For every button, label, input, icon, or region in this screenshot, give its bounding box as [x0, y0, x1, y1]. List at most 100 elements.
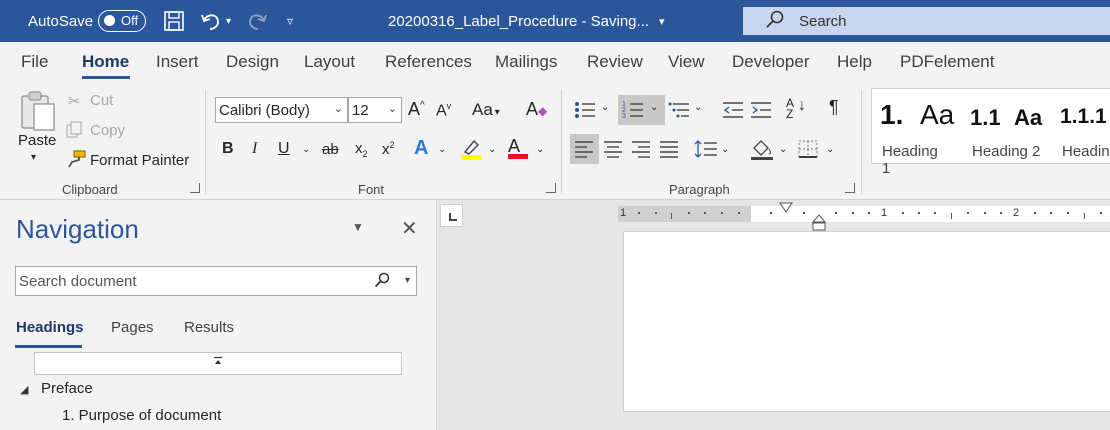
autosave-toggle[interactable]: Off — [98, 10, 146, 32]
search-box[interactable]: Search — [743, 7, 1110, 35]
tab-mailings[interactable]: Mailings — [495, 52, 557, 72]
tab-selector-icon[interactable] — [440, 204, 463, 227]
tab-references[interactable]: References — [385, 52, 472, 72]
ruler-tick — [655, 212, 657, 214]
numbering-dropdown-icon: ⌄ — [650, 102, 659, 113]
ruler-number: 1 — [881, 207, 888, 219]
group-separator — [205, 90, 206, 194]
show-formatting-icon[interactable]: ¶ — [829, 97, 839, 118]
horizontal-ruler[interactable]: 1 1 2 — [618, 206, 1110, 222]
ruler-tick — [934, 212, 936, 214]
tab-developer[interactable]: Developer — [732, 52, 810, 72]
paste-button[interactable]: Paste — [18, 132, 56, 149]
shrink-font-icon[interactable]: Av — [436, 101, 451, 120]
ruler-tick — [638, 212, 640, 214]
tab-help[interactable]: Help — [837, 52, 872, 72]
text-effects-dropdown-icon[interactable]: ⌄ — [438, 144, 446, 155]
font-name-combo[interactable]: Calibri (Body) ⌄ — [215, 97, 348, 123]
style-heading-2-name: Heading 2 — [972, 143, 1041, 160]
justify-icon[interactable] — [659, 140, 679, 162]
search-icon — [765, 9, 785, 34]
style-heading-3-sample: 1.1.1 — [1060, 105, 1107, 128]
format-painter-button[interactable]: Format Painter — [90, 152, 189, 169]
align-center-icon[interactable] — [603, 140, 623, 162]
paste-icon[interactable] — [18, 90, 58, 136]
style-heading-1[interactable]: 1. Aa Heading 1 — [872, 89, 954, 177]
tab-insert[interactable]: Insert — [156, 52, 199, 72]
heading-purpose[interactable]: 1. Purpose of document — [62, 407, 221, 424]
italic-button[interactable]: I — [252, 140, 257, 158]
tab-results[interactable]: Results — [184, 319, 234, 336]
hanging-indent-marker-icon[interactable] — [812, 214, 826, 232]
superscript-button[interactable]: x2 — [382, 140, 395, 158]
borders-dropdown-icon[interactable]: ⌄ — [826, 144, 834, 155]
tab-headings[interactable]: Headings — [16, 319, 84, 336]
underline-button[interactable]: U — [278, 140, 290, 158]
autosave-label: AutoSave — [28, 12, 94, 30]
first-line-indent-marker-icon[interactable] — [779, 202, 793, 214]
decrease-indent-icon[interactable] — [722, 100, 744, 124]
highlight-dropdown-icon[interactable]: ⌄ — [488, 144, 496, 155]
bullets-dropdown-icon[interactable]: ⌄ — [601, 102, 609, 113]
search-icon[interactable] — [374, 272, 390, 292]
highlight-icon[interactable] — [460, 138, 482, 164]
save-icon[interactable] — [163, 0, 185, 42]
search-document-input[interactable]: Search document ▾ — [15, 266, 417, 296]
toggle-knob — [104, 15, 115, 26]
redo-icon — [246, 0, 268, 42]
sort-icon[interactable]: A Z ↓ — [786, 97, 806, 120]
tab-design[interactable]: Design — [226, 52, 279, 72]
group-separator — [561, 90, 562, 194]
clipboard-launcher-icon[interactable] — [190, 183, 200, 193]
align-right-icon[interactable] — [631, 140, 651, 162]
font-color-dropdown-icon[interactable]: ⌄ — [536, 144, 544, 155]
svg-text:3: 3 — [622, 113, 626, 120]
grow-font-icon[interactable]: A^ — [408, 99, 425, 120]
font-size-combo[interactable]: 12 ⌄ — [348, 97, 402, 123]
subscript-button[interactable]: x2 — [355, 140, 368, 159]
expand-arrow-icon[interactable]: ◢ — [20, 383, 28, 396]
multilevel-dropdown-icon[interactable]: ⌄ — [694, 102, 702, 113]
bullets-icon[interactable] — [574, 100, 596, 124]
format-painter-icon[interactable] — [66, 150, 86, 172]
bold-button[interactable]: B — [222, 140, 234, 158]
increase-indent-icon[interactable] — [750, 100, 772, 124]
undo-icon[interactable] — [200, 0, 222, 42]
tab-home[interactable]: Home — [82, 52, 129, 72]
paste-dropdown-icon[interactable]: ▾ — [31, 152, 36, 163]
line-spacing-icon[interactable] — [694, 139, 718, 163]
borders-icon[interactable] — [798, 140, 818, 162]
tab-review[interactable]: Review — [587, 52, 643, 72]
clear-formatting-icon[interactable]: A◆ — [526, 99, 547, 120]
tab-pdfelement[interactable]: PDFelement — [900, 52, 994, 72]
tab-layout[interactable]: Layout — [304, 52, 355, 72]
font-launcher-icon[interactable] — [546, 183, 556, 193]
pane-options-icon[interactable]: ▼ — [352, 220, 364, 234]
close-icon[interactable]: ✕ — [401, 216, 418, 241]
shading-dropdown-icon[interactable]: ⌄ — [779, 144, 787, 155]
search-options-icon[interactable]: ▾ — [405, 275, 410, 286]
strikethrough-button[interactable]: ab — [322, 141, 339, 158]
collapse-all-button[interactable] — [34, 352, 402, 375]
text-effects-icon[interactable]: A — [414, 137, 428, 160]
tab-file[interactable]: File — [21, 52, 48, 72]
heading-preface[interactable]: Preface — [41, 380, 93, 397]
ruler-tick — [1100, 212, 1102, 214]
paragraph-launcher-icon[interactable] — [845, 183, 855, 193]
change-case-button[interactable]: Aa ▾ — [472, 100, 500, 120]
undo-dropdown-icon[interactable]: ▾ — [226, 0, 231, 42]
font-color-icon[interactable]: A — [508, 136, 528, 159]
style-heading-2[interactable]: 1.1 Aa Heading 2 — [962, 89, 1052, 163]
underline-dropdown-icon[interactable]: ⌄ — [302, 144, 310, 155]
line-spacing-dropdown-icon[interactable]: ⌄ — [721, 144, 729, 155]
multilevel-list-icon[interactable] — [668, 100, 690, 124]
tab-view[interactable]: View — [668, 52, 705, 72]
autosave-state: Off — [121, 13, 139, 28]
document-title[interactable]: 20200316_Label_Procedure - Saving... ▾ — [388, 0, 665, 42]
style-heading-3[interactable]: 1.1.1 Headin — [1052, 89, 1110, 163]
document-page[interactable] — [623, 231, 1110, 412]
document-title-text: 20200316_Label_Procedure - Saving... — [388, 12, 650, 30]
tab-pages[interactable]: Pages — [111, 319, 154, 336]
shading-icon[interactable] — [750, 138, 774, 164]
customize-toolbar-icon[interactable]: ▿ — [287, 0, 293, 42]
